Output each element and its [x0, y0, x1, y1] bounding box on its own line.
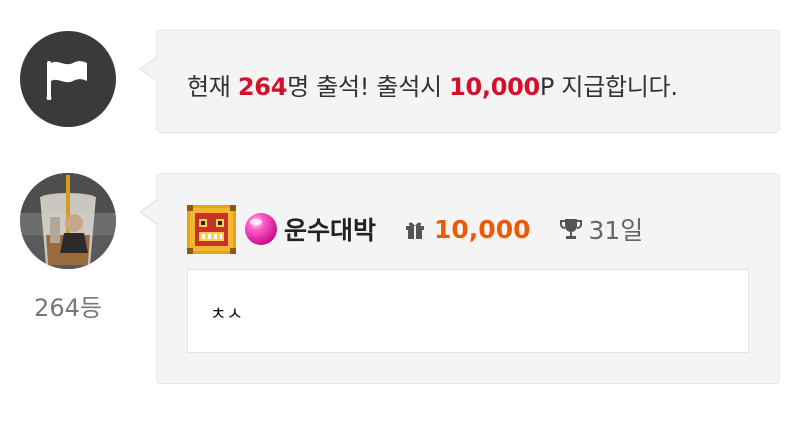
gift-icon — [406, 222, 425, 239]
notice-middle: 명 출석! 출석시 — [287, 73, 450, 101]
rank-label: 264등 — [34, 294, 102, 322]
comment-box: ㅊㅅ — [187, 269, 749, 353]
notice-prefix: 현재 — [187, 73, 238, 101]
pink-gem-icon — [245, 213, 277, 245]
trophy-icon — [559, 219, 582, 239]
level-badge-icon — [187, 204, 236, 254]
notice-text: 현재 264명 출석! 출석시 10,000P 지급합니다. — [187, 67, 678, 102]
flag-icon — [46, 61, 87, 100]
attendance-notice: 현재 264명 출석! 출석시 10,000P 지급합니다. — [139, 30, 780, 133]
user-avatar[interactable] — [20, 173, 116, 269]
comment-text: ㅊㅅ — [210, 304, 244, 325]
reward-amount: 10,000 — [449, 73, 540, 101]
attendance-entry: 운수대박 10,000 31일 ㅊㅅ — [139, 173, 780, 384]
username[interactable]: 운수대박 — [284, 211, 376, 247]
user-info-row: 운수대박 10,000 31일 — [187, 204, 643, 254]
flag-avatar — [20, 31, 116, 127]
attendance-days: 31일 — [588, 216, 644, 245]
notice-suffix: P 지급합니다. — [539, 73, 678, 101]
attendance-count: 264 — [237, 73, 288, 101]
points-value: 10,000 — [434, 214, 531, 244]
